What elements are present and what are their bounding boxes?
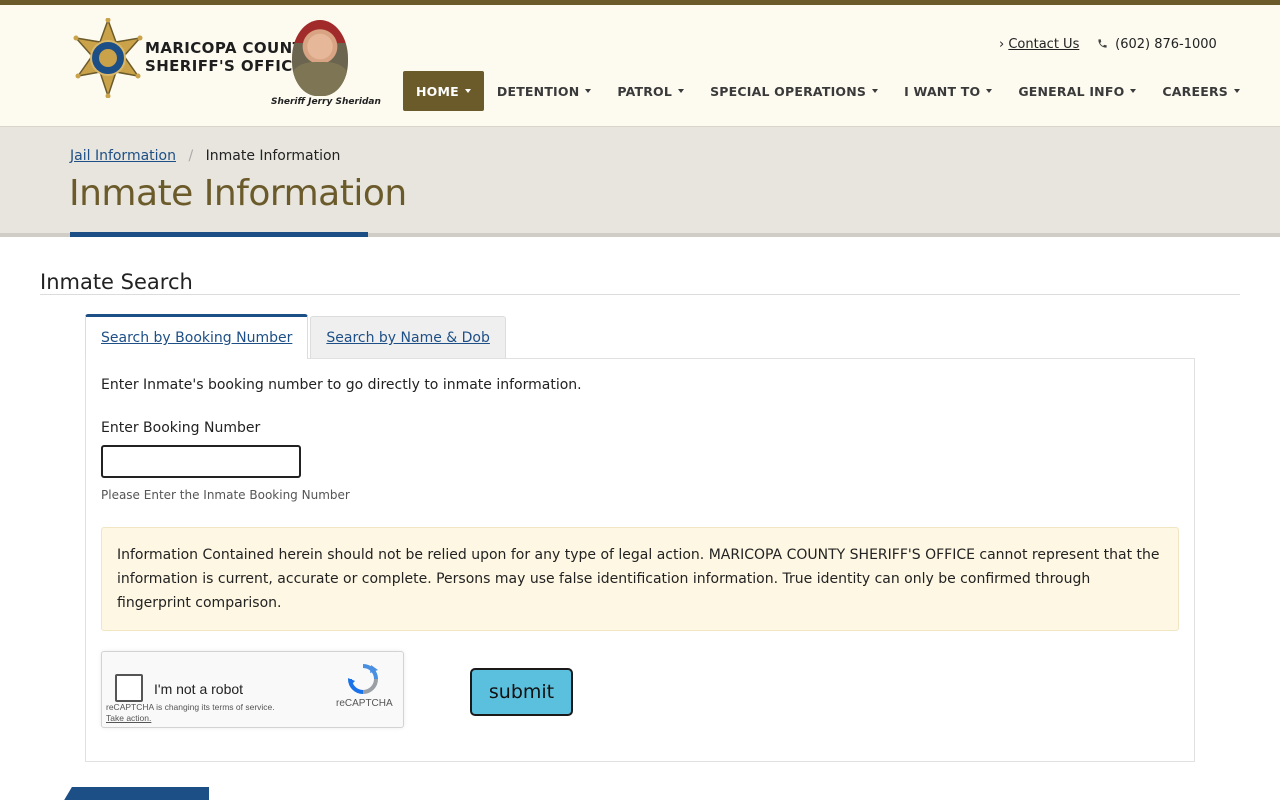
contact-us-label: Contact Us — [1008, 37, 1080, 52]
nav-i-want-to-label: I WANT TO — [904, 83, 981, 99]
recaptcha-terms: reCAPTCHA is changing its terms of servi… — [106, 702, 275, 724]
caret-down-icon — [585, 89, 592, 93]
section-title: Inmate Search — [40, 270, 193, 294]
tab-search-by-name-dob[interactable]: Search by Name & Dob — [310, 316, 506, 359]
logo-line-1: MARICOPA COUNTY — [145, 39, 315, 57]
tab-search-by-booking-number[interactable]: Search by Booking Number — [85, 314, 309, 359]
recaptcha-checkbox[interactable] — [115, 674, 143, 702]
recaptcha-terms-text: reCAPTCHA is changing its terms of servi… — [106, 702, 275, 712]
intro-text: Enter Inmate's booking number to go dire… — [101, 377, 582, 393]
caret-down-icon — [678, 89, 685, 93]
nav-home-label: HOME — [416, 83, 459, 99]
nav-patrol-label: PATROL — [617, 83, 673, 99]
legal-disclaimer: Information Contained herein should not … — [101, 527, 1179, 631]
caret-down-icon — [1234, 89, 1240, 93]
nav-i-want-to[interactable]: I WANT TO — [891, 71, 1005, 111]
site-header: MARICOPA COUNTY SHERIFF'S OFFICE Sheriff… — [0, 5, 1280, 127]
nav-detention[interactable]: DETENTION — [484, 71, 605, 111]
caret-down-icon — [464, 89, 471, 93]
recaptcha-take-action-link[interactable]: Take action. — [106, 713, 275, 724]
submit-button[interactable]: submit — [470, 668, 573, 716]
title-underline — [70, 232, 368, 237]
chevron-right-icon: › — [999, 37, 1005, 52]
nav-patrol[interactable]: PATROL — [604, 71, 697, 111]
main-nav: HOME DETENTION PATROL SPECIAL OPERATIONS… — [403, 71, 1253, 111]
recaptcha-logo-icon[interactable] — [346, 662, 380, 696]
search-tabs: Search by Booking Number Search by Name … — [85, 314, 508, 359]
nav-general-info-label: GENERAL INFO — [1018, 83, 1125, 99]
nav-general-info[interactable]: GENERAL INFO — [1005, 71, 1149, 111]
booking-number-help: Please Enter the Inmate Booking Number — [101, 488, 350, 502]
phone-number: (602) 876-1000 — [1115, 37, 1217, 52]
recaptcha-label: I'm not a robot — [154, 681, 244, 697]
breadcrumb-separator: / — [188, 148, 194, 164]
contact-us-link[interactable]: › Contact Us — [999, 37, 1079, 52]
sheriff-caption: Sheriff Jerry Sheridan — [271, 97, 381, 107]
nav-special-operations[interactable]: SPECIAL OPERATIONS — [697, 71, 891, 111]
sheriff-portrait — [292, 20, 348, 96]
nav-careers-label: CAREERS — [1162, 83, 1228, 99]
booking-number-label: Enter Booking Number — [101, 420, 261, 436]
breadcrumb: Jail Information / Inmate Information — [70, 148, 340, 164]
recaptcha-widget: I'm not a robot reCAPTCHA reCAPTCHA is c… — [101, 651, 404, 728]
nav-careers[interactable]: CAREERS — [1149, 71, 1253, 111]
nav-detention-label: DETENTION — [496, 83, 580, 99]
caret-down-icon — [986, 89, 993, 93]
breadcrumb-jail-information[interactable]: Jail Information — [70, 148, 176, 164]
bottom-tab[interactable] — [60, 787, 209, 800]
booking-number-input[interactable] — [101, 445, 301, 478]
breadcrumb-current: Inmate Information — [205, 148, 341, 164]
caret-down-icon — [1130, 89, 1137, 93]
sheriff-star-badge-icon[interactable] — [72, 18, 144, 98]
logo-line-2: SHERIFF'S OFFICE — [145, 57, 304, 75]
nav-home[interactable]: HOME — [403, 71, 484, 111]
page-banner: Jail Information / Inmate Information In… — [0, 127, 1280, 237]
phone-icon — [1098, 39, 1107, 48]
phone-link[interactable]: (602) 876-1000 — [1097, 37, 1217, 52]
recaptcha-brand: reCAPTCHA — [336, 698, 393, 709]
caret-down-icon — [872, 89, 879, 93]
page-title: Inmate Information — [69, 173, 407, 214]
agency-logo-text[interactable]: MARICOPA COUNTY SHERIFF'S OFFICE — [145, 39, 314, 75]
nav-special-operations-label: SPECIAL OPERATIONS — [710, 83, 867, 99]
section-divider — [40, 294, 1240, 295]
